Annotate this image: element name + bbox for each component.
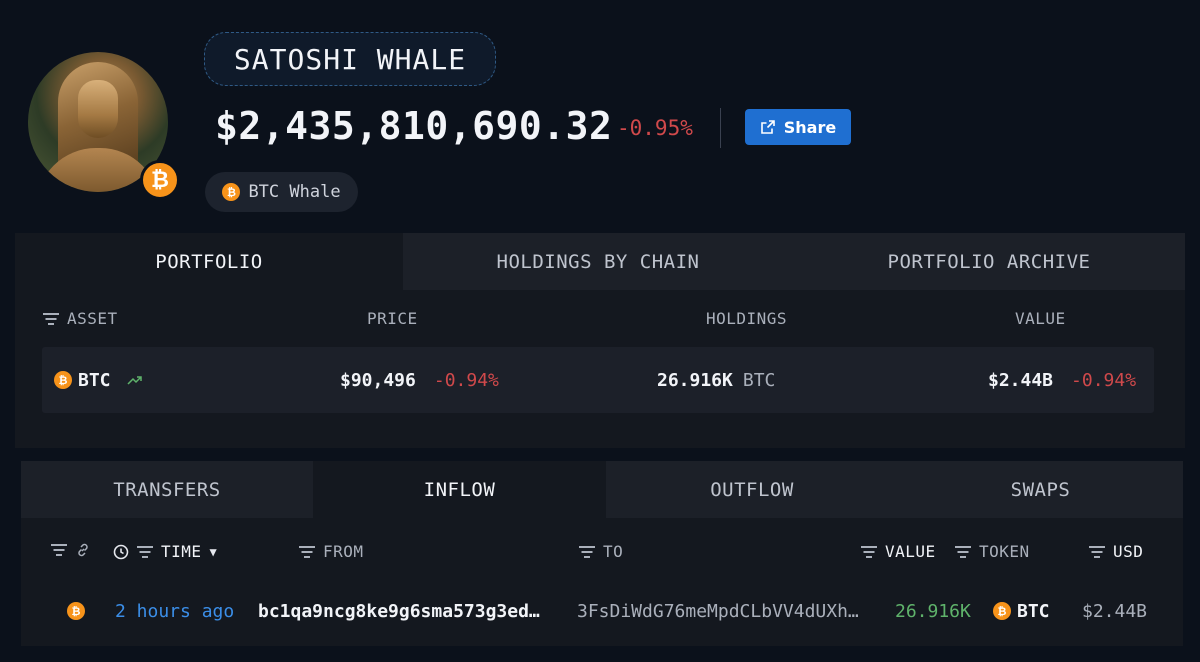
chain-cell: ₿	[67, 586, 85, 636]
bitcoin-icon: ₿	[54, 371, 72, 389]
share-button[interactable]: Share	[745, 109, 851, 145]
flows-panel: TRANSFERS INFLOW OUTFLOW SWAPS TIME ▼ FR…	[21, 461, 1183, 646]
usd-cell: $2.44B	[1082, 586, 1147, 636]
value-header-label: VALUE	[885, 542, 936, 561]
total-change: -0.95%	[617, 116, 693, 140]
usd-column-header[interactable]: USD	[1089, 542, 1143, 561]
external-link-icon	[760, 120, 775, 134]
tab-holdings-by-chain[interactable]: HOLDINGS BY CHAIN	[403, 233, 793, 290]
value-cell: 26.916K	[895, 586, 971, 636]
tab-inflow[interactable]: INFLOW	[313, 461, 606, 518]
usd-header-label: USD	[1113, 542, 1144, 561]
from-header-label: FROM	[323, 542, 364, 561]
bitcoin-icon: ₿	[140, 160, 180, 200]
tag-label: BTC Whale	[248, 182, 341, 202]
filter-icon	[51, 544, 67, 556]
filter-icon	[299, 546, 315, 558]
price-header-label: PRICE	[367, 309, 418, 328]
asset-header-label: ASSET	[67, 309, 118, 328]
total-value: $2,435,810,690.32	[215, 104, 613, 148]
filter-icon	[955, 546, 971, 558]
token-cell: ₿ BTC	[993, 586, 1050, 636]
transfer-value: 26.916K	[895, 600, 971, 622]
holdings-column-header[interactable]: HOLDINGS	[706, 309, 787, 328]
bitcoin-icon: ₿	[993, 602, 1011, 620]
token-header-label: TOKEN	[979, 542, 1030, 561]
asset-price: $90,496	[340, 369, 416, 391]
filter-icon	[137, 546, 153, 558]
value-column-header[interactable]: VALUE	[1015, 309, 1066, 328]
filter-icon	[861, 546, 877, 558]
holdings-amount: 26.916K	[657, 369, 733, 391]
value-header-label: VALUE	[1015, 309, 1066, 328]
price-column-header[interactable]: PRICE	[367, 309, 418, 328]
asset-cell: ₿ BTC	[54, 347, 143, 413]
clock-icon	[113, 544, 129, 559]
holdings-cell: 26.916K BTC	[657, 347, 775, 413]
tab-portfolio-archive[interactable]: PORTFOLIO ARCHIVE	[793, 233, 1185, 290]
holdings-header-label: HOLDINGS	[706, 309, 788, 328]
from-column-header[interactable]: FROM	[299, 542, 364, 561]
asset-value: $2.44B	[988, 369, 1054, 391]
tab-portfolio[interactable]: PORTFOLIO	[15, 233, 403, 290]
price-change: -0.94%	[433, 369, 499, 391]
asset-column-header[interactable]: ASSET	[43, 309, 118, 328]
divider	[720, 108, 721, 148]
tab-transfers[interactable]: TRANSFERS	[21, 461, 313, 518]
share-label: Share	[783, 117, 837, 137]
to-column-header[interactable]: TO	[579, 542, 623, 561]
to-address[interactable]: 3FsDiWdG76meMpdCLbVV4dUXh…	[577, 601, 859, 622]
sort-desc-icon: ▼	[209, 544, 218, 559]
asset-symbol[interactable]: BTC	[78, 370, 111, 391]
usd-value: $2.44B	[1082, 600, 1148, 622]
table-row[interactable]: ₿ BTC $90,496 -0.94% 26.916K BTC $2.44B …	[42, 347, 1154, 413]
trend-up-icon	[126, 376, 142, 385]
tab-swaps[interactable]: SWAPS	[898, 461, 1183, 518]
entity-name: SATOSHI WHALE	[204, 32, 496, 86]
time-header-label: TIME	[161, 542, 202, 561]
filter-icon	[579, 546, 595, 558]
token-symbol[interactable]: BTC	[1017, 601, 1050, 622]
filter-icon	[1089, 546, 1105, 558]
bitcoin-icon: ₿	[67, 602, 85, 620]
portfolio-panel: PORTFOLIO HOLDINGS BY CHAIN PORTFOLIO AR…	[15, 233, 1185, 448]
time-column-header[interactable]: TIME ▼	[113, 542, 217, 561]
holdings-unit: BTC	[742, 369, 776, 391]
filter-icon	[43, 313, 59, 325]
to-cell: 3FsDiWdG76meMpdCLbVV4dUXh…	[577, 586, 859, 636]
chain-column-header[interactable]	[51, 542, 91, 558]
from-cell: bc1qa9ncg8ke9g6sma573g3ed…	[258, 586, 540, 636]
value-cell: $2.44B -0.94%	[988, 347, 1136, 413]
token-column-header[interactable]: TOKEN	[955, 542, 1030, 561]
to-header-label: TO	[603, 542, 624, 561]
table-row[interactable]: ₿ 2 hours ago bc1qa9ncg8ke9g6sma573g3ed……	[21, 586, 1183, 636]
tx-time-link[interactable]: 2 hours ago	[115, 601, 234, 622]
time-cell: 2 hours ago	[115, 586, 234, 636]
flow-tabs: TRANSFERS INFLOW OUTFLOW SWAPS	[21, 461, 1183, 518]
price-cell: $90,496 -0.94%	[340, 347, 499, 413]
portfolio-tabs: PORTFOLIO HOLDINGS BY CHAIN PORTFOLIO AR…	[15, 233, 1185, 290]
tab-outflow[interactable]: OUTFLOW	[606, 461, 898, 518]
from-address[interactable]: bc1qa9ncg8ke9g6sma573g3ed…	[258, 601, 540, 622]
bitcoin-icon: ₿	[222, 183, 241, 201]
entity-tag[interactable]: ₿ BTC Whale	[205, 172, 358, 212]
value-change: -0.94%	[1071, 369, 1137, 391]
link-icon	[78, 543, 88, 557]
value-column-header[interactable]: VALUE	[861, 542, 936, 561]
